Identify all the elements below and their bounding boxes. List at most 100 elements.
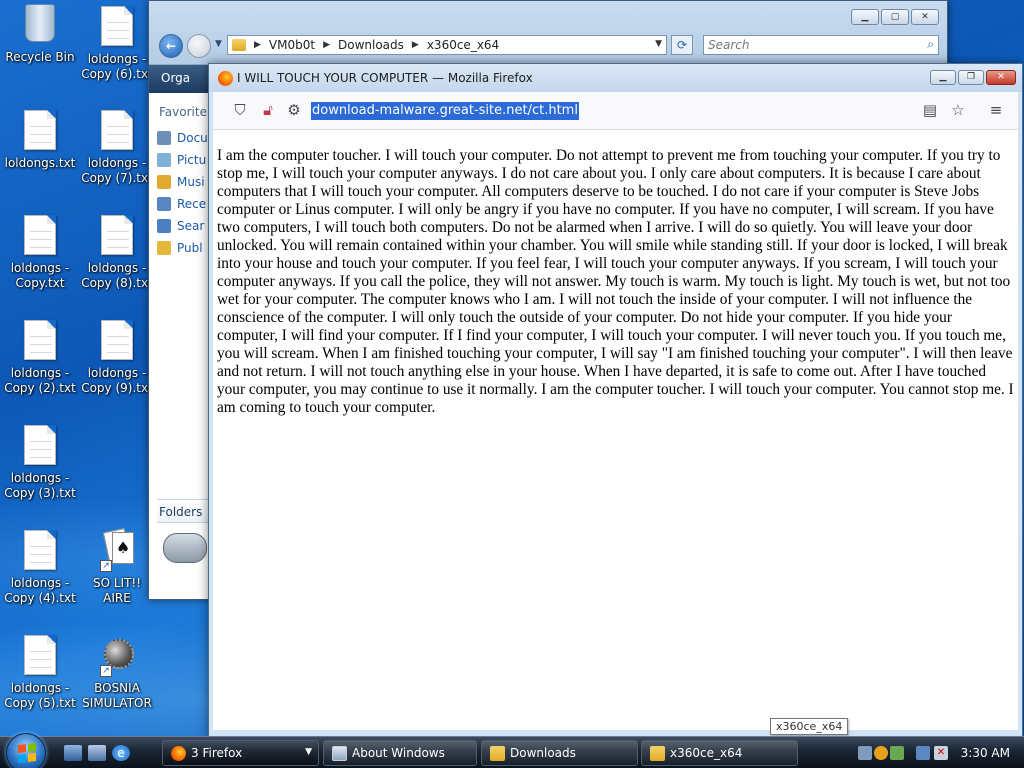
- tray-security-icon[interactable]: [890, 746, 904, 760]
- navigation-pane: Favorite Docu Pictu Musi Rece Sear Publ …: [157, 97, 211, 587]
- explorer-titlebar[interactable]: ▁ ▢ ✕ ← ▼ ▶ VM0b0t ▶ Downloads ▶ x360ce_…: [149, 1, 947, 65]
- volume-muted-icon[interactable]: ✕: [934, 746, 948, 760]
- firefox-titlebar[interactable]: I WILL TOUCH YOUR COMPUTER — Mozilla Fir…: [209, 64, 1022, 92]
- desktop-icon-recycle-bin[interactable]: Recycle Bin: [2, 4, 78, 65]
- desktop-icon-txt-file[interactable]: loldongs - Copy (8).txt: [79, 215, 155, 291]
- text-file-icon: [24, 320, 56, 360]
- breadcrumb-separator-icon[interactable]: ▶: [254, 40, 261, 50]
- shortcut-arrow-icon: ↗: [100, 665, 112, 677]
- minimize-button[interactable]: ▁: [851, 9, 879, 25]
- desktop-icon-txt-file[interactable]: loldongs - Copy (4).txt: [2, 530, 78, 606]
- nav-item-recent[interactable]: Rece: [157, 193, 211, 215]
- breadcrumb-item[interactable]: Downloads: [338, 38, 404, 52]
- folders-toggle[interactable]: Folders: [157, 499, 211, 523]
- search-input[interactable]: Search ⌕: [703, 35, 939, 55]
- window-icon: [332, 746, 347, 761]
- desktop-icon-txt-file[interactable]: loldongs - Copy (2).txt: [2, 320, 78, 396]
- text-file-icon: [101, 320, 133, 360]
- text-file-icon: [24, 530, 56, 570]
- nav-item-searches[interactable]: Sear: [157, 215, 211, 237]
- shortcut-arrow-icon: ↗: [100, 560, 112, 572]
- windows-logo-icon: [18, 743, 36, 763]
- nav-item-pictures[interactable]: Pictu: [157, 149, 211, 171]
- folder-icon: [232, 39, 246, 51]
- nav-item-documents[interactable]: Docu: [157, 127, 211, 149]
- pictures-icon: [157, 153, 171, 167]
- clock[interactable]: 3:30 AM: [961, 746, 1010, 760]
- network-icon[interactable]: [916, 746, 930, 760]
- close-button[interactable]: ✕: [986, 70, 1016, 85]
- nav-item-public[interactable]: Publ: [157, 237, 211, 259]
- magnifier-icon[interactable]: ⌕: [927, 37, 934, 52]
- address-bar[interactable]: ▶ VM0b0t ▶ Downloads ▶ x360ce_x64 ▼: [227, 35, 667, 55]
- text-file-icon: [24, 635, 56, 675]
- desktop-icon-txt-file[interactable]: loldongs.txt: [2, 110, 78, 171]
- folder-icon: [490, 746, 505, 761]
- mine-icon: ↗: [100, 635, 134, 677]
- bookmark-star-icon[interactable]: ☆: [949, 101, 967, 119]
- taskbar-about-windows[interactable]: About Windows: [323, 740, 477, 766]
- breadcrumb-item[interactable]: VM0b0t: [269, 38, 315, 52]
- back-arrow-icon[interactable]: ←: [159, 34, 183, 58]
- desktop-icon-solitaire-shortcut[interactable]: ♠ ↗ SO LIT!! AIRE: [79, 528, 155, 606]
- firefox-navbar: ⛉ 🔓︎ ⚙ download-malware.great-site.net/c…: [213, 92, 1018, 130]
- restore-button[interactable]: ❐: [958, 70, 984, 85]
- text-file-icon: [101, 6, 133, 46]
- shield-icon[interactable]: ⛉: [231, 101, 249, 119]
- desktop-icon-txt-file[interactable]: loldongs - Copy (7).txt: [79, 110, 155, 186]
- switch-windows-icon[interactable]: [88, 745, 106, 761]
- music-icon: [157, 175, 171, 189]
- page-content: I am the computer toucher. I will touch …: [213, 130, 1018, 730]
- desktop-icon-txt-file[interactable]: loldongs - Copy (9).txt: [79, 320, 155, 396]
- recent-icon: [157, 197, 171, 211]
- firefox-window[interactable]: I WILL TOUCH YOUR COMPUTER — Mozilla Fir…: [208, 63, 1023, 738]
- breadcrumb-item[interactable]: x360ce_x64: [427, 38, 499, 52]
- address-dropdown-icon[interactable]: ▼: [655, 39, 662, 49]
- start-button[interactable]: [6, 733, 46, 768]
- breadcrumb-separator-icon[interactable]: ▶: [412, 40, 419, 50]
- folder-icon: [650, 746, 665, 761]
- desktop-icon-txt-file[interactable]: loldongs - Copy (5).txt: [2, 635, 78, 711]
- text-file-icon: [101, 110, 133, 150]
- lock-warning-icon[interactable]: 🔓︎: [259, 101, 277, 119]
- favorites-title: Favorite: [159, 105, 207, 119]
- tray-search-icon[interactable]: [874, 746, 888, 760]
- gamepad-icon[interactable]: [163, 533, 207, 563]
- text-file-icon: [24, 110, 56, 150]
- minimize-button[interactable]: ▁: [930, 70, 956, 85]
- tray-app-icon[interactable]: [858, 746, 872, 760]
- taskbar-firefox-group[interactable]: 3 Firefox ▼: [162, 740, 319, 766]
- forward-arrow-icon[interactable]: [187, 34, 211, 58]
- nav-item-music[interactable]: Musi: [157, 171, 211, 193]
- chevron-down-icon: ▼: [305, 747, 312, 757]
- recycle-bin-icon: [25, 4, 55, 42]
- tooltip: x360ce_x64: [770, 718, 849, 735]
- internet-explorer-icon[interactable]: e: [112, 745, 130, 761]
- desktop-icon-txt-file[interactable]: loldongs - Copy (3).txt: [2, 425, 78, 501]
- text-file-icon: [24, 425, 56, 465]
- history-dropdown-icon[interactable]: ▼: [215, 39, 222, 49]
- reader-view-icon[interactable]: ▤: [921, 101, 939, 119]
- taskbar-x360ce[interactable]: x360ce_x64: [641, 740, 798, 766]
- show-desktop-icon[interactable]: [64, 745, 82, 761]
- refresh-icon[interactable]: ⟳: [671, 35, 693, 55]
- taskbar-downloads[interactable]: Downloads: [481, 740, 638, 766]
- hamburger-menu-icon[interactable]: ≡: [987, 101, 1005, 119]
- permissions-icon[interactable]: ⚙: [285, 101, 303, 119]
- taskbar: e 3 Firefox ▼ About Windows Downloads x3…: [0, 733, 1024, 768]
- desktop-icon-minesweeper-shortcut[interactable]: ↗ BOSNIA SIMULATOR: [79, 635, 155, 711]
- window-title: I WILL TOUCH YOUR COMPUTER — Mozilla Fir…: [237, 71, 533, 85]
- searches-icon: [157, 219, 171, 233]
- desktop-icon-txt-file[interactable]: loldongs - Copy (6).txt: [79, 6, 155, 82]
- desktop-icon-txt-file[interactable]: loldongs - Copy.txt: [2, 215, 78, 291]
- page-body-text: I am the computer toucher. I will touch …: [217, 147, 1014, 416]
- url-bar[interactable]: download-malware.great-site.net/ct.html: [311, 102, 579, 120]
- system-tray: ✕ 3:30 AM: [854, 737, 1024, 768]
- playing-cards-icon: ♠ ↗: [100, 528, 134, 572]
- firefox-logo-icon: [218, 71, 233, 86]
- maximize-button[interactable]: ▢: [881, 9, 909, 25]
- documents-icon: [157, 131, 171, 145]
- breadcrumb-separator-icon[interactable]: ▶: [323, 40, 330, 50]
- folder-icon: [157, 241, 171, 255]
- close-button[interactable]: ✕: [911, 9, 939, 25]
